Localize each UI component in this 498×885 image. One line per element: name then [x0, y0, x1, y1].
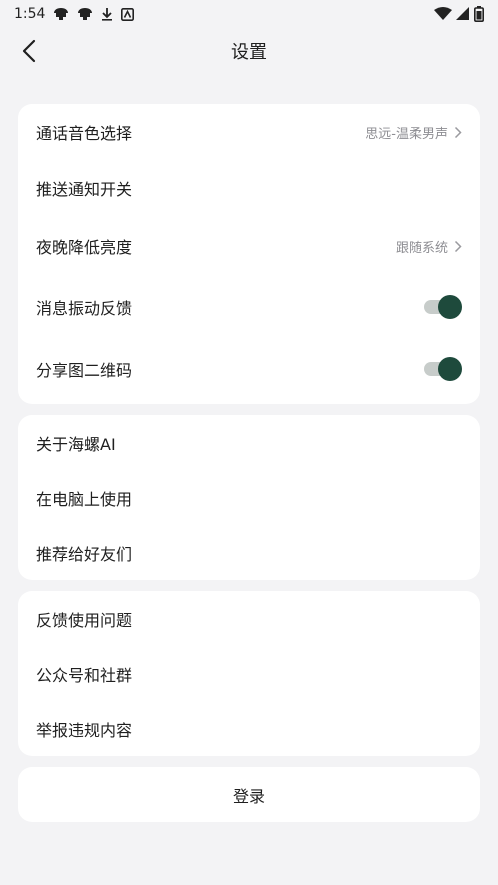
wifi-icon: [434, 7, 452, 20]
signal-icon: [456, 7, 469, 20]
row-label: 推荐给好友们: [36, 544, 133, 564]
row-label: 在电脑上使用: [36, 490, 133, 509]
settings-card-2: 关于海螺AI 在电脑上使用 推荐给好友们: [18, 415, 480, 580]
row-label: 推送通知开关: [36, 180, 133, 199]
row-recommend-friends[interactable]: 推荐给好友们: [18, 525, 480, 580]
toggle-knob: [438, 295, 462, 319]
row-label: 通话音色选择: [36, 124, 133, 143]
row-night-brightness[interactable]: 夜晚降低亮度 跟随系统: [18, 216, 480, 276]
settings-card-3: 反馈使用问题 公众号和社群 举报违规内容: [18, 591, 480, 756]
vibration-toggle[interactable]: [424, 294, 462, 320]
chevron-right-icon: [454, 126, 462, 138]
notification-icon: [78, 8, 93, 20]
row-label: 反馈使用问题: [36, 610, 133, 630]
status-right: [434, 6, 484, 22]
row-label: 消息振动反馈: [36, 299, 133, 318]
row-right: 跟随系统: [396, 237, 462, 256]
status-bar: 1:54: [0, 0, 498, 28]
chevron-left-icon: [22, 39, 36, 63]
row-voice-selection[interactable]: 通话音色选择 思远-温柔男声: [18, 104, 480, 160]
toggle-knob: [438, 357, 462, 381]
row-use-on-pc[interactable]: 在电脑上使用: [18, 471, 480, 525]
login-button[interactable]: 登录: [18, 767, 480, 822]
row-official-account[interactable]: 公众号和社群: [18, 646, 480, 701]
nav-bar: 设置: [0, 28, 498, 74]
row-message-vibration: 消息振动反馈: [18, 276, 480, 338]
row-label: 公众号和社群: [36, 665, 133, 685]
back-button[interactable]: [14, 36, 44, 66]
row-label: 关于海螺AI: [36, 435, 116, 454]
row-share-qrcode: 分享图二维码: [18, 338, 480, 400]
row-value: 跟随系统: [395, 240, 448, 256]
row-push-notification[interactable]: 推送通知开关: [18, 160, 480, 216]
qrcode-toggle[interactable]: [424, 356, 462, 382]
row-about[interactable]: 关于海螺AI: [18, 415, 480, 471]
download-icon: [102, 8, 113, 21]
row-right: 思远-温柔男声: [365, 123, 462, 142]
row-feedback[interactable]: 反馈使用问题: [18, 591, 480, 646]
row-label: 夜晚降低亮度: [36, 238, 133, 257]
settings-card-1: 通话音色选择 思远-温柔男声 推送通知开关 夜晚降低亮度 跟随系统 消息振动反馈…: [18, 104, 480, 404]
row-label: 分享图二维码: [36, 361, 133, 380]
app-icon: [121, 7, 135, 21]
login-label: 登录: [232, 786, 265, 806]
battery-icon: [474, 6, 484, 22]
chevron-right-icon: [454, 240, 462, 252]
notification-icon: [54, 8, 69, 20]
status-left: 1:54: [14, 6, 135, 22]
row-report[interactable]: 举报违规内容: [18, 701, 480, 756]
row-value: 思远-温柔男声: [365, 126, 448, 142]
row-label: 举报违规内容: [36, 720, 133, 740]
status-time: 1:54: [14, 6, 46, 22]
page-title: 设置: [231, 42, 267, 63]
